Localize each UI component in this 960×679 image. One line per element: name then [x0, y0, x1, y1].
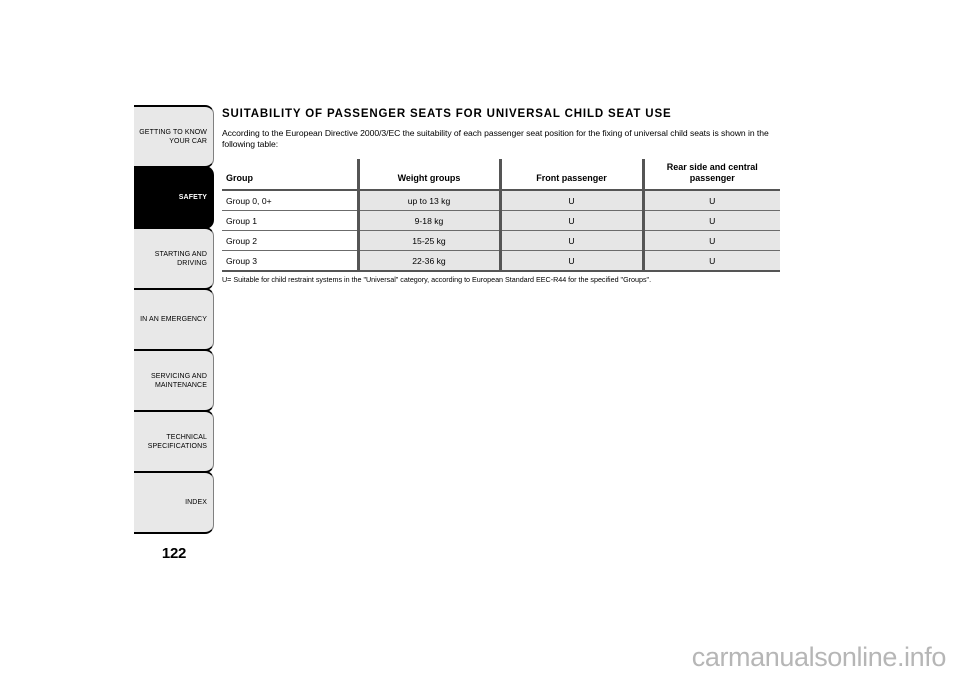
- sidebar-tab-2[interactable]: STARTING AND DRIVING: [134, 227, 214, 290]
- cell-front: U: [498, 250, 643, 272]
- cell-front: U: [498, 230, 643, 251]
- sidebar-tab-label: IN AN EMERGENCY: [140, 316, 207, 323]
- cell-front: U: [498, 210, 643, 231]
- column-header-group: Group: [222, 159, 358, 191]
- sidebar-tab-label: TECHNICAL SPECIFICATIONS: [147, 433, 207, 450]
- cell-group: Group 3: [222, 250, 358, 272]
- sidebar-tab-5[interactable]: TECHNICAL SPECIFICATIONS: [134, 410, 214, 473]
- sidebar-tab-label: INDEX: [185, 499, 207, 506]
- sidebar-tab-label: STARTING AND DRIVING: [154, 250, 207, 267]
- cell-group: Group 0, 0+: [222, 190, 358, 211]
- sidebar-tab-4[interactable]: SERVICING AND MAINTENANCE: [134, 349, 214, 412]
- table-row: Group 0, 0+ up to 13 kg U U: [222, 190, 780, 211]
- page-number: 122: [161, 545, 187, 562]
- table-row: Group 1 9-18 kg U U: [222, 210, 780, 231]
- sidebar-tab-0[interactable]: GETTING TO KNOW YOUR CAR: [134, 105, 214, 168]
- intro-paragraph: According to the European Directive 2000…: [222, 128, 769, 149]
- table-header-row: Group Weight groups Front passenger Rear…: [222, 159, 780, 191]
- table-footnote: U= Suitable for child restraint systems …: [222, 275, 652, 284]
- cell-group: Group 2: [222, 230, 358, 251]
- table-row: Group 3 22-36 kg U U: [222, 250, 780, 272]
- table-row: Group 2 15-25 kg U U: [222, 230, 780, 251]
- cell-rear: U: [641, 190, 780, 211]
- cell-weight: 15-25 kg: [356, 230, 500, 251]
- cell-weight: up to 13 kg: [356, 190, 500, 211]
- sidebar-tab-6[interactable]: INDEX: [134, 471, 214, 534]
- sidebar-tab-1[interactable]: SAFETY: [134, 166, 214, 229]
- column-header-weight-groups: Weight groups: [356, 159, 500, 191]
- sidebar-tab-label: SAFETY: [178, 194, 207, 201]
- sidebar-tab-label: SERVICING AND MAINTENANCE: [150, 372, 207, 389]
- cell-weight: 9-18 kg: [356, 210, 500, 231]
- sidebar-tab-label: GETTING TO KNOW YOUR CAR: [139, 128, 207, 145]
- cell-rear: U: [641, 250, 780, 272]
- site-watermark: carmanualsonline.info: [691, 642, 947, 672]
- cell-front: U: [498, 190, 643, 211]
- page-title: SUITABILITY OF PASSENGER SEATS FOR UNIVE…: [222, 108, 672, 120]
- cell-weight: 22-36 kg: [356, 250, 500, 272]
- main-content: SUITABILITY OF PASSENGER SEATS FOR UNIVE…: [222, 108, 782, 292]
- cell-rear: U: [641, 230, 780, 251]
- cell-rear: U: [641, 210, 780, 231]
- sidebar-tab-3[interactable]: IN AN EMERGENCY: [134, 288, 214, 351]
- column-header-front-passenger: Front passenger: [498, 159, 643, 191]
- cell-group: Group 1: [222, 210, 358, 231]
- column-header-rear-passenger: Rear side and central passenger: [641, 159, 780, 191]
- child-seat-suitability-table: Group Weight groups Front passenger Rear…: [222, 159, 780, 272]
- section-tab-sidebar: GETTING TO KNOW YOUR CAR SAFETY STARTING A…: [134, 105, 214, 534]
